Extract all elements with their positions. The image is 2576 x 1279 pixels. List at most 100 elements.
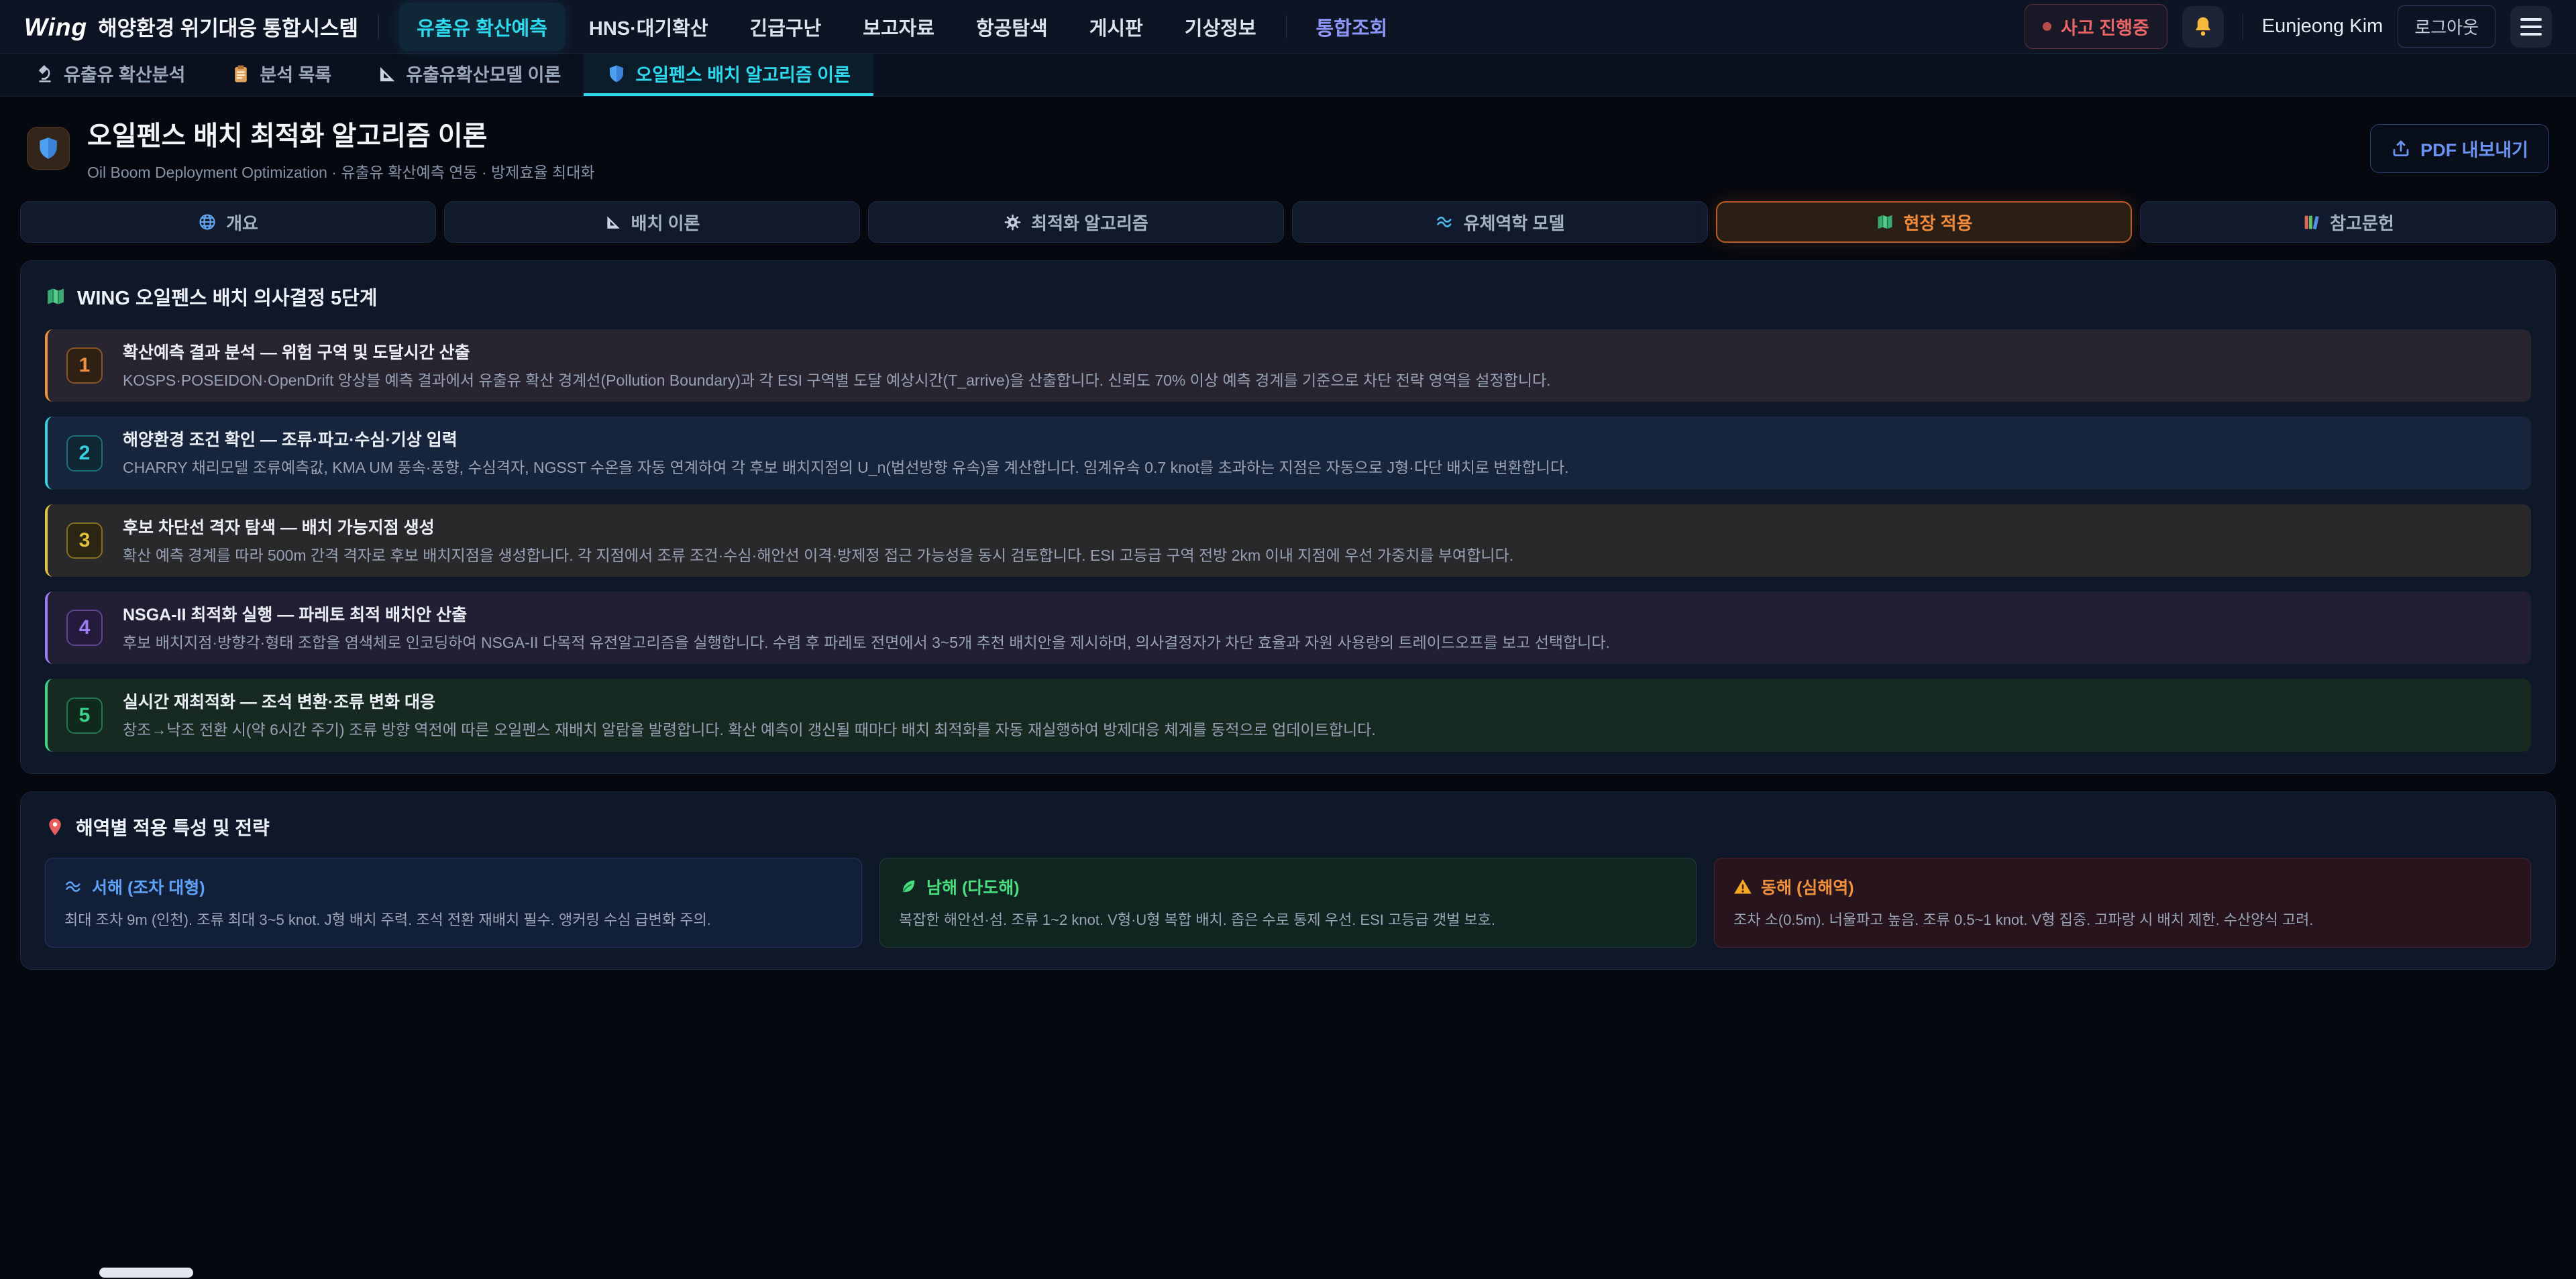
incident-status-badge: 사고 진행중	[2025, 4, 2167, 49]
decision-step-3: 3 후보 차단선 격자 탐색 — 배치 가능지점 생성 확산 예측 경계를 따라…	[45, 504, 2531, 577]
globe-icon	[198, 213, 217, 231]
region-card-description: 복잡한 해안선·섬. 조류 1~2 knot. V형·U형 복합 배치. 좁은 …	[899, 909, 1677, 931]
leaf-icon	[899, 877, 918, 896]
incident-badge-label: 사고 진행중	[2061, 13, 2149, 40]
region-card-title: 남해 (다도해)	[926, 875, 1020, 899]
section-tab-label: 현장 적용	[1904, 210, 1973, 235]
decision-steps-panel: WING 오일펜스 배치 의사결정 5단계 1 확산예측 결과 분석 — 위험 …	[20, 260, 2556, 774]
step-title: 확산예측 결과 분석 — 위험 구역 및 도달시간 산출	[123, 339, 1551, 364]
section-tab-label: 유체역학 모델	[1464, 210, 1565, 235]
top-bar-right: 사고 진행중 Eunjeong Kim 로그아웃	[2025, 4, 2552, 49]
map-icon	[1876, 213, 1894, 231]
status-dot-icon	[2043, 22, 2051, 31]
page-icon-box	[27, 127, 70, 170]
tab-spill-analysis[interactable]: 유출유 확산분석	[12, 54, 208, 96]
pin-icon	[45, 817, 65, 837]
horizontal-scrollbar-thumb[interactable]	[99, 1268, 193, 1278]
section-tab-label: 개요	[226, 210, 258, 235]
nav-item-board[interactable]: 게시판	[1072, 3, 1161, 51]
panel-title: WING 오일펜스 배치 의사결정 5단계	[77, 282, 377, 311]
section-tab-deployment-theory[interactable]: 배치 이론	[444, 201, 860, 243]
menu-button[interactable]	[2510, 6, 2552, 48]
section-tab-optimization-algorithm[interactable]: 최적화 알고리즘	[868, 201, 1284, 243]
tab-label: 분석 목록	[260, 60, 331, 87]
step-title: 실시간 재최적화 — 조석 변환·조류 변화 대응	[123, 689, 1376, 713]
hamburger-menu-icon	[2520, 18, 2542, 36]
page-header: 오일펜스 배치 최적화 알고리즘 이론 Oil Boom Deployment …	[0, 97, 2576, 197]
region-card-west-sea: 서해 (조차 대형) 최대 조차 9m (인천). 조류 최대 3~5 knot…	[45, 858, 862, 948]
main-nav: 유출유 확산예측 HNS·대기확산 긴급구난 보고자료 항공탐색 게시판 기상정…	[399, 3, 2025, 51]
decision-step-2: 2 해양환경 조건 확인 — 조류·파고·수심·기상 입력 CHARRY 채리모…	[45, 416, 2531, 489]
section-tab-references[interactable]: 참고문헌	[2140, 201, 2556, 243]
logout-button[interactable]: 로그아웃	[2398, 5, 2496, 48]
ruler-icon	[377, 64, 397, 84]
pdf-export-button[interactable]: PDF 내보내기	[2370, 124, 2549, 173]
divider	[1286, 15, 1287, 38]
region-card-description: 최대 조차 9m (인천). 조류 최대 3~5 knot. J형 배치 주력.…	[64, 909, 843, 931]
pdf-export-label: PDF 내보내기	[2420, 135, 2528, 162]
region-card-south-sea: 남해 (다도해) 복잡한 해안선·섬. 조류 1~2 knot. V형·U형 복…	[879, 858, 1697, 948]
step-description: KOSPS·POSEIDON·OpenDrift 앙상블 예측 결과에서 유출유…	[123, 370, 1551, 392]
brand-wordmark: Wing	[24, 13, 87, 42]
nav-item-reports[interactable]: 보고자료	[845, 3, 952, 51]
tab-label: 유출유확산모델 이론	[406, 60, 561, 87]
decision-step-5: 5 실시간 재최적화 — 조석 변환·조류 변화 대응 창조→낙조 전환 시(약…	[45, 679, 2531, 751]
sub-tab-bar: 유출유 확산분석 분석 목록 유출유확산모델 이론 오일펜스 배치 알고리즘 이…	[0, 54, 2576, 97]
nav-item-integrated-search[interactable]: 통합조회	[1299, 3, 1405, 51]
user-name: Eunjeong Kim	[2262, 15, 2383, 38]
region-card-east-sea: 동해 (심해역) 조차 소(0.5m). 너울파고 높음. 조류 0.5~1 k…	[1714, 858, 2531, 948]
decision-step-4: 4 NSGA-II 최적화 실행 — 파레토 최적 배치안 산출 후보 배치지점…	[45, 592, 2531, 664]
microscope-icon	[35, 64, 55, 84]
nav-item-weather[interactable]: 기상정보	[1167, 3, 1274, 51]
nav-item-oil-spill-prediction[interactable]: 유출유 확산예측	[399, 3, 565, 51]
tab-analysis-list[interactable]: 분석 목록	[208, 54, 354, 96]
gear-icon	[1004, 213, 1022, 231]
tab-boom-deployment-theory[interactable]: 오일펜스 배치 알고리즘 이론	[584, 54, 873, 96]
section-tab-label: 최적화 알고리즘	[1031, 210, 1148, 235]
nav-item-aerial-search[interactable]: 항공탐색	[959, 3, 1065, 51]
region-strategy-panel: 해역별 적용 특성 및 전략 서해 (조차 대형) 최대 조차 9m (인천).…	[20, 791, 2556, 970]
bell-icon	[2191, 15, 2215, 39]
step-title: 후보 차단선 격자 탐색 — 배치 가능지점 생성	[123, 514, 1513, 539]
section-tabs: 개요 배치 이론 최적화 알고리즘 유체역학 모델 현장 적용 참고문헌	[20, 201, 2556, 243]
region-card-title: 동해 (심해역)	[1761, 875, 1854, 899]
section-tab-label: 참고문헌	[2330, 210, 2394, 235]
section-tab-field-application[interactable]: 현장 적용	[1716, 201, 2132, 243]
region-card-title: 서해 (조차 대형)	[92, 875, 205, 899]
region-card-description: 조차 소(0.5m). 너울파고 높음. 조류 0.5~1 knot. V형 집…	[1733, 909, 2512, 931]
region-cards: 서해 (조차 대형) 최대 조차 9m (인천). 조류 최대 3~5 knot…	[45, 858, 2531, 948]
step-number-badge: 5	[66, 698, 103, 734]
tab-diffusion-model-theory[interactable]: 유출유확산모델 이론	[354, 54, 584, 96]
step-number-badge: 1	[66, 347, 103, 384]
step-title: 해양환경 조건 확인 — 조류·파고·수심·기상 입력	[123, 427, 1569, 451]
notifications-button[interactable]	[2182, 6, 2224, 48]
ruler-icon	[604, 213, 622, 231]
step-title: NSGA-II 최적화 실행 — 파레토 최적 배치안 산출	[123, 602, 1610, 626]
section-tab-label: 배치 이론	[631, 210, 700, 235]
top-bar: Wing 해양환경 위기대응 통합시스템 유출유 확산예측 HNS·대기확산 긴…	[0, 0, 2576, 54]
decision-steps-list: 1 확산예측 결과 분석 — 위험 구역 및 도달시간 산출 KOSPS·POS…	[45, 329, 2531, 752]
step-number-badge: 4	[66, 610, 103, 646]
page-title: 오일펜스 배치 최적화 알고리즘 이론	[87, 114, 595, 153]
decision-step-1: 1 확산예측 결과 분석 — 위험 구역 및 도달시간 산출 KOSPS·POS…	[45, 329, 2531, 402]
panel-title: 해역별 적용 특성 및 전략	[76, 814, 270, 840]
shield-icon	[606, 64, 627, 84]
section-tab-hydrodynamic-model[interactable]: 유체역학 모델	[1292, 201, 1708, 243]
clipboard-icon	[231, 64, 251, 84]
app-title: 해양환경 위기대응 통합시스템	[98, 11, 358, 42]
step-description: 창조→낙조 전환 시(약 6시간 주기) 조류 방향 역전에 따른 오일펜스 재…	[123, 719, 1376, 741]
nav-item-hns-atmospheric[interactable]: HNS·대기확산	[572, 3, 726, 51]
export-icon	[2391, 138, 2411, 158]
divider	[378, 14, 379, 40]
map-icon	[45, 286, 66, 307]
step-description: CHARRY 채리모델 조류예측값, KMA UM 풍속·풍향, 수심격자, N…	[123, 457, 1569, 479]
wave-icon	[64, 877, 83, 896]
section-tab-overview[interactable]: 개요	[20, 201, 436, 243]
nav-item-emergency-rescue[interactable]: 긴급구난	[733, 3, 839, 51]
step-description: 확산 예측 경계를 따라 500m 간격 격자로 후보 배치지점을 생성합니다.…	[123, 545, 1513, 567]
step-description: 후보 배치지점·방향각·형태 조합을 염색체로 인코딩하여 NSGA-II 다목…	[123, 632, 1610, 654]
page-subtitle: Oil Boom Deployment Optimization · 유출유 확…	[87, 160, 595, 182]
warning-icon	[1733, 877, 1752, 896]
app-logo: Wing 해양환경 위기대응 통합시스템	[24, 11, 358, 42]
books-icon	[2302, 213, 2320, 231]
